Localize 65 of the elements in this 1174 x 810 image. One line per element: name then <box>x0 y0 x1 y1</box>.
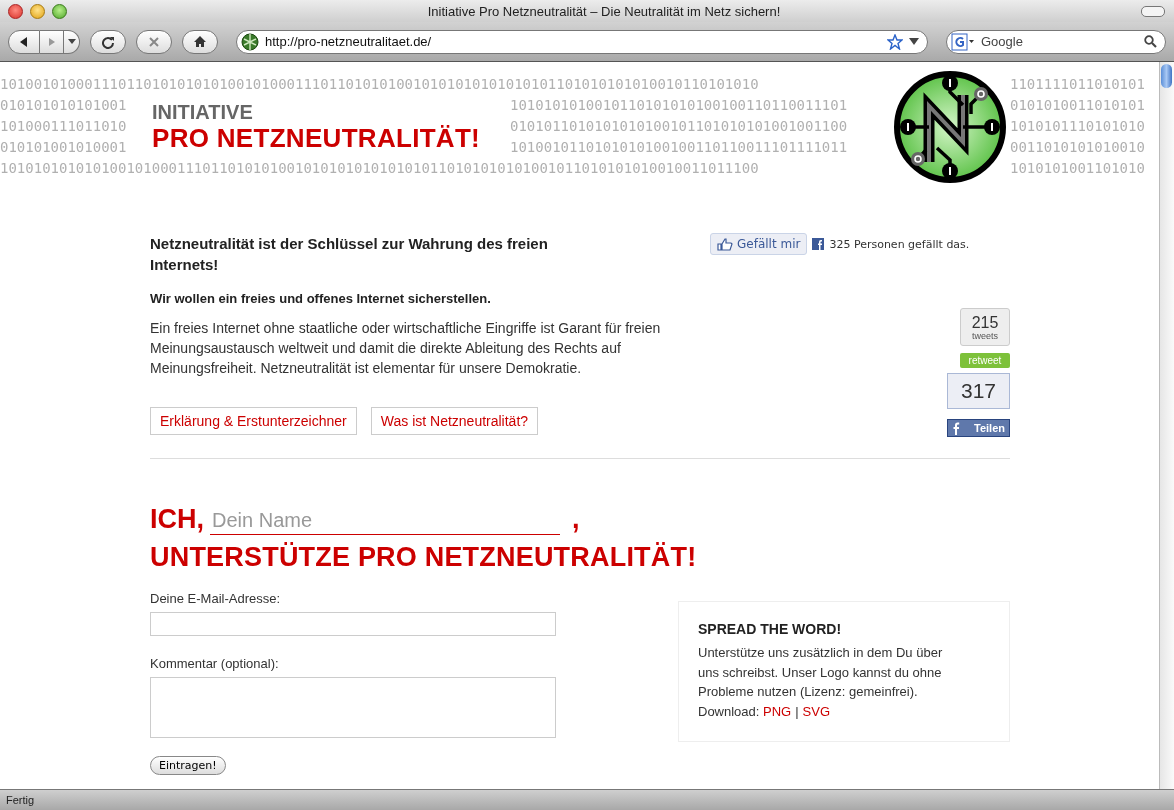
binary-digits: 010101010101001 <box>0 96 128 115</box>
address-field[interactable]: http://pro-netzneutralitaet.de/ <box>236 29 928 54</box>
window-title: Initiative Pro Netzneutralität – Die Neutralität im Netz sichern! <box>426 3 782 19</box>
share-button[interactable]: Teilen <box>947 419 1010 437</box>
binary-digits: 1010101001101010 <box>1010 159 1146 178</box>
reload-button[interactable] <box>90 29 126 54</box>
forward-button[interactable] <box>40 29 64 54</box>
back-button[interactable] <box>8 29 40 54</box>
history-dropdown[interactable] <box>64 29 80 54</box>
link-button[interactable]: Was ist Netzneutralität? <box>370 407 539 435</box>
scroll-thumb[interactable] <box>1161 64 1172 88</box>
name-field[interactable]: Dein Name <box>210 509 560 535</box>
home-button[interactable] <box>182 29 218 54</box>
intro-text: Ein freies Internet ohne staatliche oder wirtschaftliche Eingriffe ist Garant für freien Meinungsaustausch weltweit und damit die direkte Ableitung des Rechts auf Meinungsfreiheit. Netzneutralität ist elementar für unsere Demokratie. <box>150 319 662 378</box>
pledge-comma: , <box>572 503 580 535</box>
status-text: Fertig <box>6 794 35 806</box>
stop-button[interactable] <box>136 29 172 54</box>
thumbs-up-icon <box>717 237 733 251</box>
comment-field[interactable] <box>150 677 556 738</box>
link-button[interactable]: Erklärung & Erstunterzeichner <box>150 407 357 435</box>
binary-digits: 1010101110101010 <box>1010 117 1146 136</box>
binary-digits: 101001010001110110101010101001010001110110101010010101010101010101101010101010010110101010 <box>0 75 760 94</box>
facebook-icon <box>812 238 825 250</box>
email-field[interactable] <box>150 612 556 636</box>
caret-icon[interactable] <box>909 37 919 46</box>
binary-digits: 010101001010001 <box>0 138 128 157</box>
minimize-icon[interactable] <box>30 3 45 19</box>
tweet-counter: 215 tweets <box>960 308 1010 346</box>
bookmark-star-icon[interactable] <box>887 33 903 50</box>
search-bar[interactable]: Google <box>946 29 1166 54</box>
binary-digits: 1010101010010110101010100100110110011101 <box>510 96 849 115</box>
intro-heading: Netzneutralität ist der Schlüssel zur Wahrung des freien Internets! <box>150 234 549 275</box>
intro-lead: Wir wollen ein freies und offenes Internet sicherstellen. <box>150 291 492 306</box>
binary-digits: 101010101010100101000111011010101001010101010101010110101010101001011010101010010011011100 <box>0 159 760 178</box>
toolbar-toggle-icon[interactable] <box>1141 5 1165 17</box>
reload-icon <box>101 34 115 49</box>
field-label: Deine E-Mail-Adresse: <box>150 591 281 606</box>
stop-icon <box>148 35 160 48</box>
binary-digits: 101000111011010 <box>0 117 128 136</box>
site-kicker: INITIATIVE <box>152 100 254 123</box>
zoom-icon[interactable] <box>52 3 67 19</box>
pledge-prefix: ICH, <box>150 503 204 535</box>
site-title: PRO NETZNEUTRALITÄT! <box>152 122 482 153</box>
binary-digits: 1101111011010101 <box>1010 75 1146 94</box>
spread-title: SPREAD THE WORD! <box>698 621 843 637</box>
search-engine-icon[interactable] <box>951 32 975 51</box>
submit-button[interactable]: Eintragen! <box>150 756 226 775</box>
binary-digits: 0101011010101010100101101010101001001100 <box>510 117 849 136</box>
like-button[interactable]: Gefällt mir <box>710 233 808 255</box>
spread-text: Unterstütze uns zusätzlich in dem Du über uns schreibst. Unser Logo kannst du ohne Probleme nutzen (Lizenz: gemeinfrei). Download: PNG | SVG <box>698 644 944 721</box>
like-count: 325 Personen gefällt das. <box>829 237 970 251</box>
binary-digits: 1010010110101010100100110110011101111011 <box>510 138 849 157</box>
download-link[interactable]: PNG <box>763 703 792 719</box>
field-label: Kommentar (optional): <box>150 656 279 671</box>
home-icon <box>193 35 207 48</box>
share-counter: 317 <box>947 373 1010 409</box>
facebook-f-icon <box>952 421 960 435</box>
download-link[interactable]: SVG <box>802 703 831 719</box>
pledge-headline: UNTERSTÜTZE PRO NETZNEUTRALITÄT! <box>150 541 698 573</box>
search-icon[interactable] <box>1144 35 1157 48</box>
binary-digits: 0011010101010010 <box>1010 138 1146 157</box>
close-icon[interactable] <box>8 3 23 19</box>
binary-digits: 0101010011010101 <box>1010 96 1146 115</box>
globe-icon <box>241 32 259 51</box>
caret-icon <box>67 38 76 45</box>
